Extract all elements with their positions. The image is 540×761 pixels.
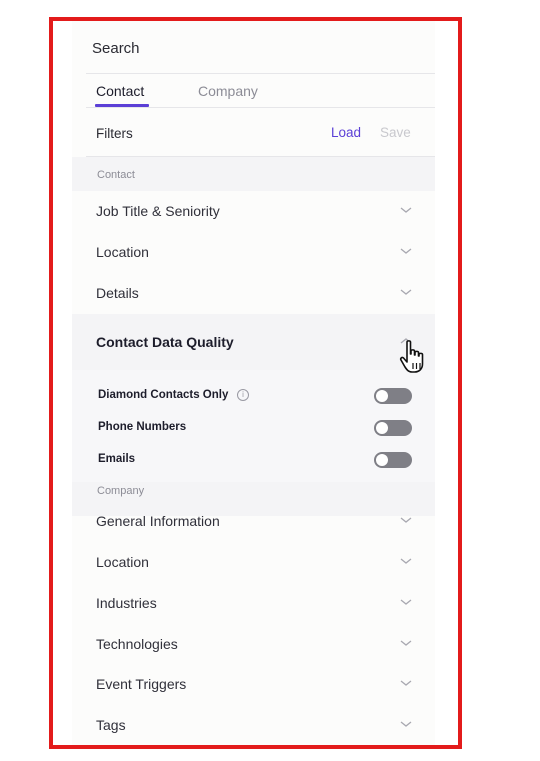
chevron-down-icon [399, 638, 413, 648]
filter-label: Contact Data Quality [96, 334, 234, 350]
chevron-down-icon [399, 205, 413, 215]
load-button[interactable]: Load [331, 125, 361, 140]
filter-details[interactable]: Details [72, 273, 435, 313]
filter-contact-data-quality[interactable]: Contact Data Quality [72, 314, 435, 370]
filter-label: Technologies [96, 636, 178, 652]
toggle-knob [376, 454, 388, 466]
chevron-down-icon [399, 287, 413, 297]
chevron-down-icon [399, 515, 413, 525]
filter-company-location[interactable]: Location [72, 542, 435, 582]
filter-label: Industries [96, 595, 157, 611]
save-button[interactable]: Save [380, 125, 411, 140]
emails-toggle[interactable] [374, 452, 412, 468]
chevron-down-icon [399, 556, 413, 566]
option-label: Emails [98, 453, 136, 465]
info-icon[interactable]: i [237, 389, 249, 401]
contact-data-quality-options: Diamond Contacts Only i Phone Numbers Em… [72, 370, 435, 482]
search-title: Search [92, 40, 140, 57]
section-label: Contact [97, 169, 135, 181]
chevron-down-icon [399, 719, 413, 729]
filters-label: Filters [96, 126, 133, 141]
tab-contact[interactable]: Contact [96, 83, 144, 99]
filter-label: Tags [96, 717, 126, 733]
chevron-down-icon [399, 246, 413, 256]
tab-company[interactable]: Company [198, 83, 258, 99]
hand-pointer-cursor-icon [398, 339, 430, 375]
filter-label: Details [96, 285, 139, 301]
filter-contact-location[interactable]: Location [72, 232, 435, 272]
search-filter-panel: Search Contact Company Filters Load Save… [72, 21, 435, 745]
filter-label: Location [96, 554, 149, 570]
filter-label: General Information [96, 513, 220, 529]
option-emails: Emails [72, 447, 435, 473]
divider [86, 73, 435, 74]
filter-tags[interactable]: Tags [72, 705, 435, 745]
toggle-knob [376, 422, 388, 434]
filter-label: Job Title & Seniority [96, 203, 220, 219]
toggle-knob [376, 390, 388, 402]
chevron-down-icon [399, 597, 413, 607]
filter-industries[interactable]: Industries [72, 583, 435, 623]
filter-event-triggers[interactable]: Event Triggers [72, 664, 435, 704]
section-label: Company [97, 485, 145, 497]
option-phone-numbers: Phone Numbers [72, 415, 435, 441]
filter-label: Event Triggers [96, 676, 187, 692]
option-label: Diamond Contacts Only [98, 389, 229, 401]
diamond-contacts-toggle[interactable] [374, 388, 412, 404]
highlight-frame: Search Contact Company Filters Load Save… [49, 17, 462, 749]
option-label: Phone Numbers [98, 421, 187, 433]
chevron-down-icon [399, 678, 413, 688]
phone-numbers-toggle[interactable] [374, 420, 412, 436]
filter-job-title-seniority[interactable]: Job Title & Seniority [72, 191, 435, 231]
filter-general-information[interactable]: General Information [72, 501, 435, 541]
filter-label: Location [96, 244, 149, 260]
filter-technologies[interactable]: Technologies [72, 624, 435, 664]
divider [86, 107, 435, 108]
section-header-contact: Contact [72, 157, 435, 191]
option-diamond-contacts-only: Diamond Contacts Only i [72, 383, 435, 409]
